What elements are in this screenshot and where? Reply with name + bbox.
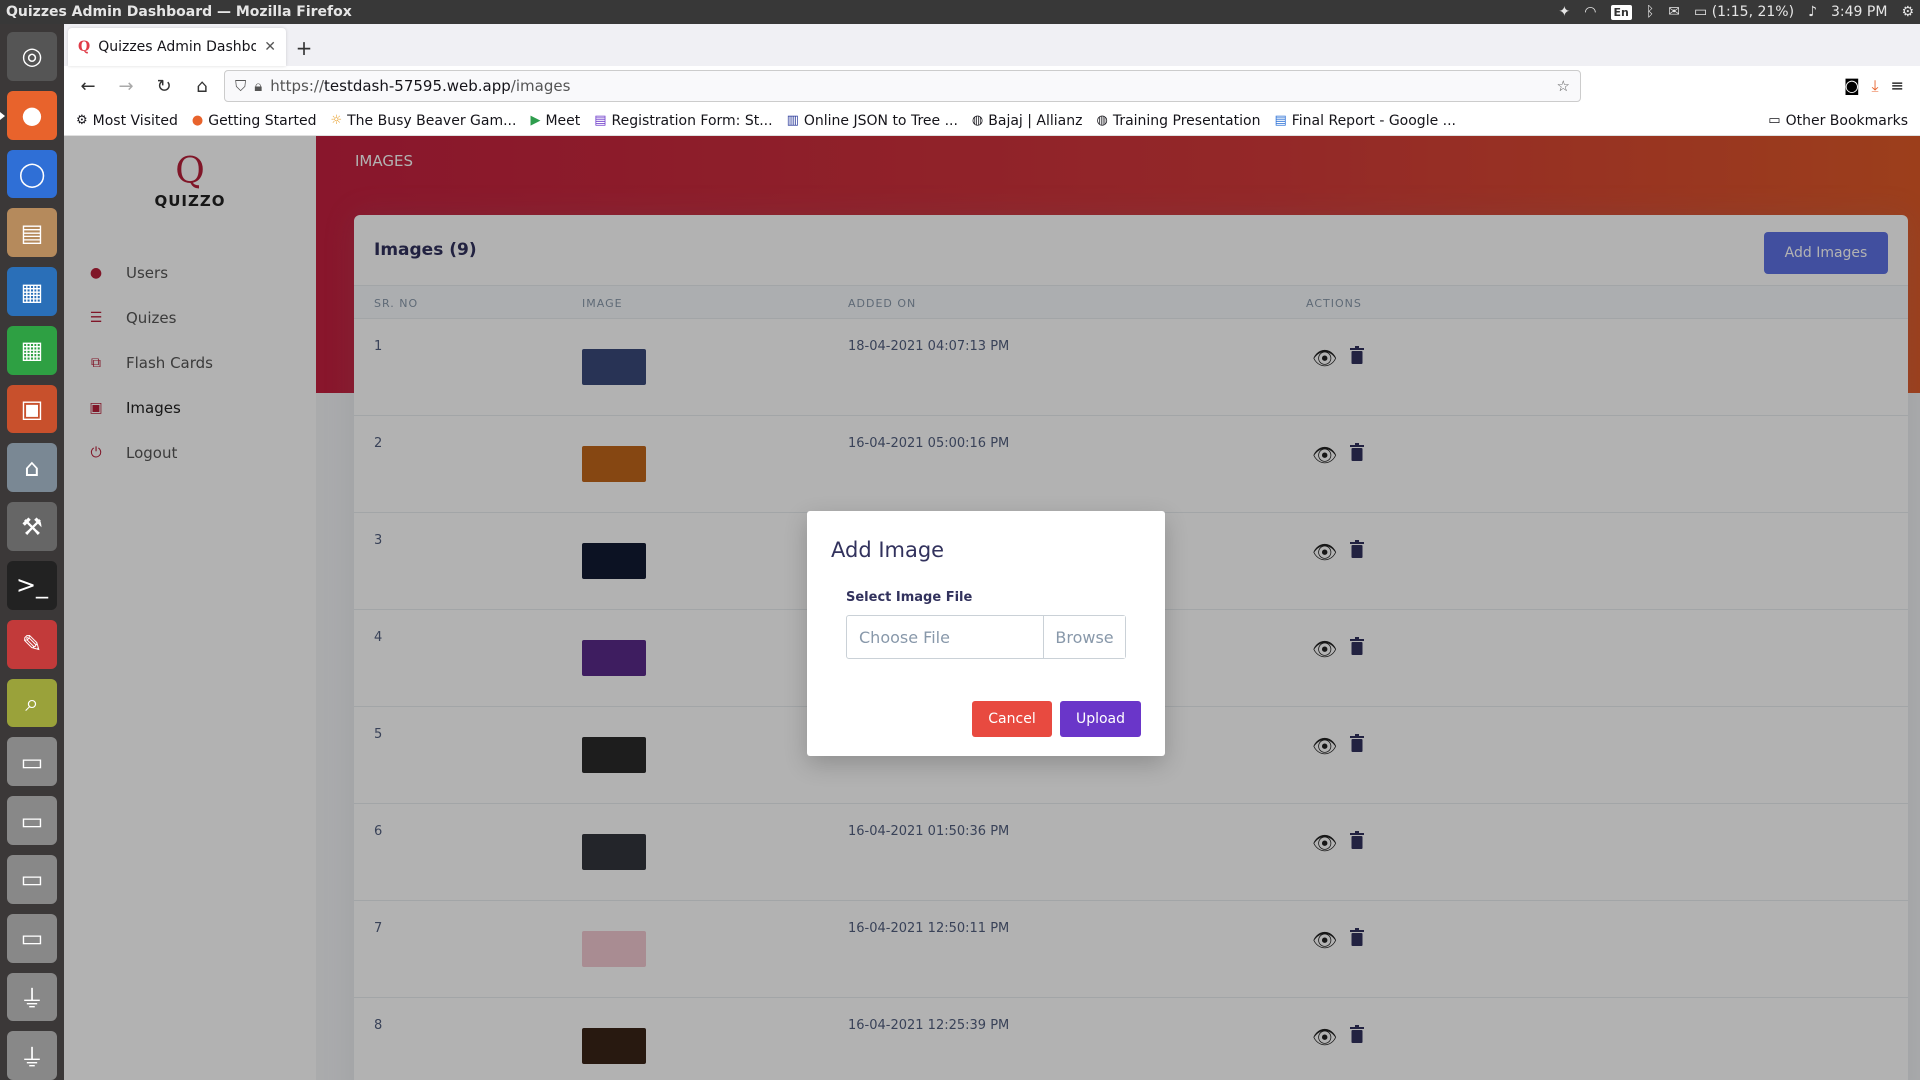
firefox-icon: ● [191, 113, 204, 128]
bookmark-label: Online JSON to Tree ... [803, 112, 958, 129]
bookmark-label: Training Presentation [1112, 112, 1261, 129]
usb-drive-icon[interactable]: ⏚ [7, 1031, 57, 1080]
modal-title: Add Image [831, 538, 945, 562]
docs-icon: ▤ [1274, 113, 1287, 128]
battery-icon: ▭ [1694, 4, 1708, 20]
bookmark-label: Getting Started [208, 112, 317, 129]
file-field-label: Select Image File [846, 590, 973, 605]
file-picker[interactable]: Choose File Browse [846, 615, 1126, 659]
new-tab-button[interactable]: + [286, 30, 322, 66]
toolbar-right: ◙ ⤓ ≡ [1844, 76, 1912, 96]
url-host: testdash-57595.web.app [324, 77, 511, 95]
bookmark-item[interactable]: ▶ Meet [530, 113, 580, 129]
bookmark-label: Other Bookmarks [1785, 112, 1908, 129]
shield-icon[interactable]: ⛉ [235, 77, 246, 95]
tab-quizzes-admin[interactable]: Q Quizzes Admin Dashboard ✕ [68, 28, 286, 66]
system-tray: ✦ ◠ En ᛒ ✉ ▭ (1:15, 21%) ♪ 3:49 PM ⚙ [1559, 4, 1914, 20]
drive-icon[interactable]: ▭ [7, 854, 57, 904]
quizzo-favicon-icon: Q [78, 39, 91, 55]
bookmarks-bar: ⚙ Most Visited ● Getting Started ☼ The Busy… [64, 106, 1920, 136]
bookmark-item[interactable]: ● Getting Started [192, 113, 317, 129]
home-button[interactable]: ⌂ [186, 70, 218, 102]
drive-icon[interactable]: ▭ [7, 913, 57, 963]
system-settings-icon[interactable]: ⚒ [7, 502, 57, 552]
bookmark-item[interactable]: ▤ Registration Form: St... [594, 113, 772, 129]
json-icon: ▥ [786, 113, 799, 128]
bookmark-star-icon[interactable]: ☆ [1557, 77, 1570, 95]
drive-icon[interactable]: ▭ [7, 796, 57, 845]
url-scheme: https:// [270, 77, 325, 95]
upload-button[interactable]: Upload [1060, 701, 1141, 737]
file-input[interactable]: Choose File [847, 616, 1043, 658]
form-icon: ▤ [594, 113, 607, 128]
writer-icon[interactable]: ▦ [7, 267, 57, 316]
back-button[interactable]: ← [72, 70, 104, 102]
bookmark-item[interactable]: ◍ Bajaj | Allianz [972, 113, 1083, 129]
window-title: Quizzes Admin Dashboard — Mozilla Firefo… [6, 4, 352, 20]
pdf-viewer-icon[interactable]: ✎ [7, 619, 57, 669]
forward-button[interactable]: → [110, 70, 142, 102]
folder-icon: ▭ [1768, 113, 1781, 128]
meet-icon: ▶ [530, 113, 541, 128]
bookmark-label: Most Visited [92, 112, 178, 129]
bookmark-label: Bajaj | Allianz [988, 112, 1083, 129]
dropbox-icon[interactable]: ✦ [1559, 4, 1571, 20]
bookmark-label: The Busy Beaver Gam... [347, 112, 517, 129]
nav-bar: ← → ↻ ⌂ ⛉ 🔒︎ https://testdash-57595.web.… [64, 66, 1920, 106]
url-text[interactable]: https://testdash-57595.web.app/images [270, 77, 1548, 95]
close-tab-icon[interactable]: ✕ [264, 39, 276, 55]
usb-drive-icon[interactable]: ⏚ [7, 972, 57, 1022]
software-center-icon[interactable]: ⌂ [7, 443, 57, 493]
reload-button[interactable]: ↻ [148, 70, 180, 102]
keyboard-layout[interactable]: En [1610, 4, 1632, 20]
firefox-window: Q Quizzes Admin Dashboard ✕ + ← → ↻ ⌂ ⛉ … [64, 24, 1920, 1080]
bookmark-item[interactable]: ☼ The Busy Beaver Gam... [330, 113, 516, 129]
os-top-bar: Quizzes Admin Dashboard — Mozilla Firefo… [0, 0, 1920, 24]
other-bookmarks[interactable]: ▭ Other Bookmarks [1768, 113, 1908, 129]
url-bar[interactable]: ⛉ 🔒︎ https://testdash-57595.web.app/imag… [224, 70, 1581, 102]
menu-icon[interactable]: ≡ [1891, 76, 1904, 96]
downloads-icon[interactable]: ⤓ [1872, 76, 1879, 96]
cancel-button[interactable]: Cancel [972, 701, 1052, 737]
bookmark-item[interactable]: ▥ Online JSON to Tree ... [787, 113, 958, 129]
tab-title: Quizzes Admin Dashboard [98, 39, 257, 55]
bluetooth-icon[interactable]: ᛒ [1646, 4, 1654, 20]
pocket-icon[interactable]: ◙ [1844, 76, 1860, 96]
files-icon[interactable]: ▤ [7, 208, 57, 258]
clock[interactable]: 3:49 PM [1831, 4, 1887, 20]
firefox-icon[interactable]: ● [0, 90, 57, 140]
wifi-icon[interactable]: ◠ [1584, 4, 1596, 20]
image-viewer-icon[interactable]: ⌕ [7, 678, 57, 728]
browse-button[interactable]: Browse [1043, 616, 1125, 658]
ubuntu-dash-icon[interactable]: ◎ [7, 32, 57, 81]
bookmark-label: Final Report - Google ... [1291, 112, 1456, 129]
settings-gear-icon[interactable]: ⚙ [1901, 4, 1914, 20]
bookmark-item[interactable]: ◍ Training Presentation [1096, 113, 1260, 129]
sun-icon: ☼ [330, 113, 343, 128]
chromium-icon[interactable]: ◯ [7, 149, 57, 199]
tab-bar: Q Quizzes Admin Dashboard ✕ + [64, 24, 1920, 66]
add-image-modal: Add Image Select Image File Choose File … [807, 511, 1165, 756]
battery-text: (1:15, 21%) [1711, 4, 1795, 20]
web-page: Q QUIZZO ● Users ☰ Quizes ⧉ Flash Cards … [64, 136, 1920, 1080]
volume-icon[interactable]: ♪ [1808, 4, 1817, 20]
bookmark-item[interactable]: ⚙ Most Visited [76, 113, 178, 129]
battery-status[interactable]: ▭ (1:15, 21%) [1694, 4, 1794, 20]
drive-icon[interactable]: ▭ [7, 737, 57, 787]
calc-icon[interactable]: ▦ [7, 325, 57, 375]
mail-icon[interactable]: ✉ [1668, 4, 1680, 20]
impress-icon[interactable]: ▣ [7, 384, 57, 434]
bookmark-label: Meet [545, 112, 581, 129]
terminal-icon[interactable]: >_ [7, 561, 57, 610]
bookmark-item[interactable]: ▤ Final Report - Google ... [1274, 113, 1456, 129]
bookmark-label: Registration Form: St... [611, 112, 773, 129]
launcher: ◎ ● ◯ ▤ ▦ ▦ ▣ ⌂ ⚒ >_ ✎ ⌕ ▭ ▭ ▭ ▭ ⏚ ⏚ [0, 24, 64, 1080]
gear-icon: ⚙ [76, 113, 88, 128]
globe-icon: ◍ [1096, 113, 1108, 128]
lock-icon[interactable]: 🔒︎ [254, 77, 262, 95]
globe-icon: ◍ [971, 113, 984, 128]
url-path: /images [510, 77, 571, 95]
